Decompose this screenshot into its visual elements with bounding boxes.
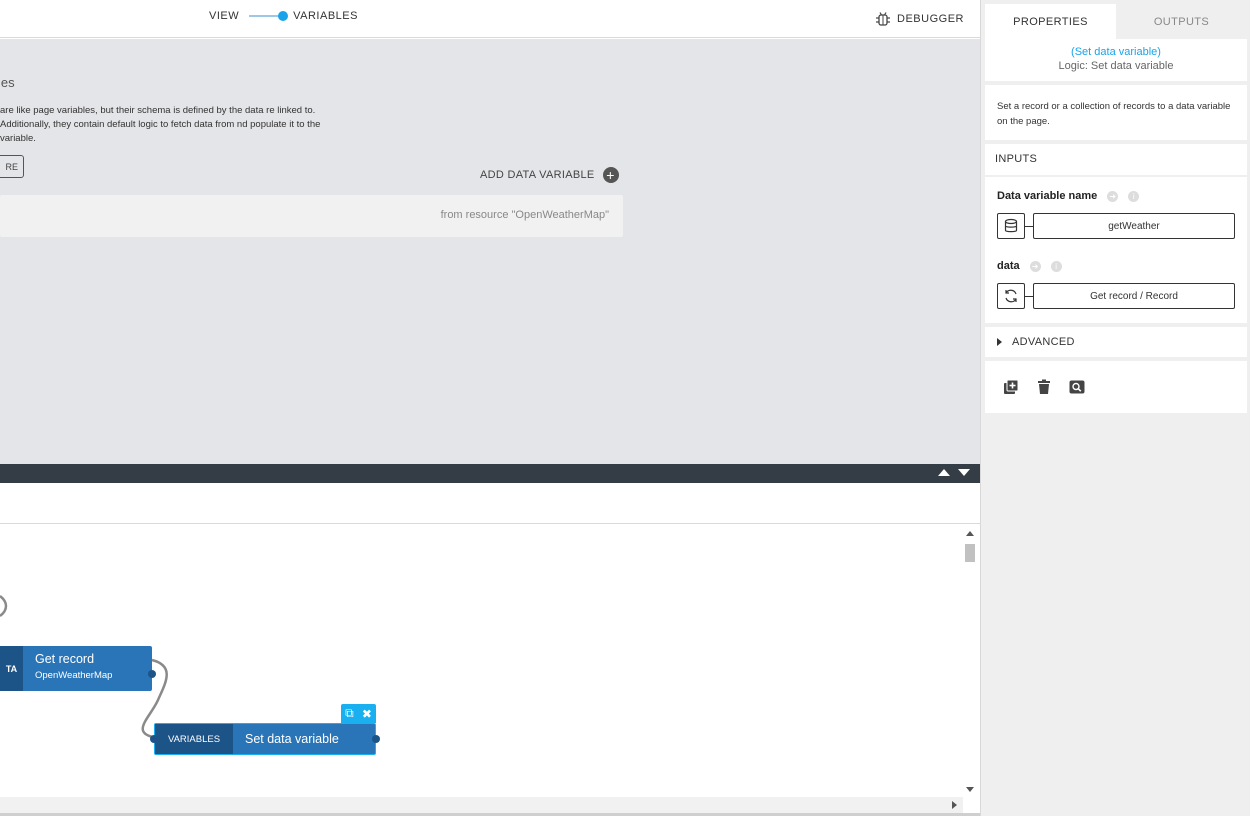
panel-divider-bar bbox=[0, 464, 980, 483]
debugger-button[interactable]: DEBUGGER bbox=[875, 12, 964, 26]
get-record-block[interactable]: TA Get record OpenWeatherMap bbox=[0, 646, 156, 691]
block-category-tag: TA bbox=[0, 646, 23, 691]
block-title: Set data variable bbox=[245, 732, 339, 746]
block-title: Get record bbox=[35, 652, 95, 666]
plus-circle-icon: + bbox=[602, 167, 619, 183]
horizontal-scrollbar[interactable] bbox=[0, 797, 963, 813]
field-label-text: Data variable name bbox=[997, 190, 1098, 202]
database-icon bbox=[1004, 218, 1018, 233]
duplicate-icon[interactable]: ⧉ bbox=[345, 706, 354, 721]
expand-up-icon[interactable] bbox=[938, 469, 950, 476]
logic-toolbar bbox=[0, 483, 980, 524]
variables-label[interactable]: VARIABLES bbox=[293, 10, 358, 22]
view-label[interactable]: VIEW bbox=[209, 10, 239, 22]
field-label-data: data ➜ i bbox=[997, 260, 1062, 272]
tab-properties[interactable]: PROPERTIES bbox=[985, 4, 1116, 39]
variable-source: from resource "OpenWeatherMap" bbox=[440, 209, 609, 221]
data-field[interactable]: Get record / Record bbox=[1033, 283, 1235, 309]
add-data-variable-button[interactable]: ADD DATA VARIABLE + bbox=[480, 167, 619, 183]
data-variable-row[interactable]: from resource "OpenWeatherMap" bbox=[0, 195, 623, 237]
properties-panel: PROPERTIES OUTPUTS (Set data variable) L… bbox=[980, 0, 1250, 816]
bug-icon bbox=[876, 12, 891, 26]
set-data-variable-block[interactable]: VARIABLES Set data variable bbox=[150, 723, 380, 755]
block-actions-bar bbox=[985, 361, 1247, 413]
collapse-down-icon[interactable] bbox=[958, 469, 970, 476]
toggle-knob[interactable] bbox=[278, 11, 289, 21]
info-icon[interactable]: i bbox=[1050, 260, 1062, 272]
trash-icon[interactable] bbox=[1037, 379, 1051, 395]
tab-outputs[interactable]: OUTPUTS bbox=[1116, 4, 1247, 39]
field-connector bbox=[1025, 226, 1033, 227]
scroll-right-icon[interactable] bbox=[952, 801, 957, 809]
output-port[interactable] bbox=[148, 670, 156, 678]
block-name-link[interactable]: (Set data variable) bbox=[985, 46, 1247, 58]
block-subtitle: OpenWeatherMap bbox=[35, 670, 113, 681]
add-data-variable-label: ADD DATA VARIABLE bbox=[480, 169, 595, 181]
block-type-label: Logic: Set data variable bbox=[1058, 60, 1174, 72]
close-icon[interactable]: ✖ bbox=[362, 707, 372, 721]
advanced-label: ADVANCED bbox=[1012, 336, 1075, 348]
block-actions: ⧉ ✖ bbox=[341, 704, 376, 723]
section-description: are like page variables, but their schem… bbox=[0, 105, 321, 144]
more-button[interactable]: RE bbox=[0, 155, 24, 178]
block-description: Set a record or a collection of records … bbox=[985, 85, 1247, 140]
inputs-heading: INPUTS bbox=[985, 144, 1247, 175]
data-variable-name-field[interactable]: getWeather bbox=[1033, 213, 1235, 239]
vertical-scrollbar[interactable] bbox=[963, 528, 977, 794]
scroll-thumb[interactable] bbox=[965, 544, 975, 562]
field-label-data-variable-name: Data variable name ➜ i bbox=[997, 190, 1140, 202]
arrow-right-icon[interactable]: ➜ bbox=[1029, 260, 1041, 272]
search-icon[interactable] bbox=[1069, 380, 1085, 394]
view-variables-toggle[interactable]: VIEW VARIABLES bbox=[209, 10, 358, 22]
scroll-up-icon[interactable] bbox=[966, 531, 974, 536]
field-label-text: data bbox=[997, 260, 1020, 272]
add-block-icon[interactable] bbox=[1003, 379, 1019, 395]
arrow-right-icon[interactable]: ➜ bbox=[1107, 190, 1119, 202]
output-port[interactable] bbox=[372, 735, 380, 743]
advanced-toggle[interactable]: ADVANCED bbox=[985, 327, 1247, 357]
toggle-track[interactable] bbox=[249, 11, 289, 21]
top-bar: VIEW VARIABLES DEBUGGER bbox=[0, 0, 980, 38]
variables-canvas: les are like page variables, but their s… bbox=[0, 39, 980, 464]
info-icon[interactable]: i bbox=[1128, 190, 1140, 202]
refresh-icon bbox=[1005, 289, 1017, 303]
selected-block-title: (Set data variable) Logic: Set data vari… bbox=[985, 39, 1247, 81]
block-category-tag: VARIABLES bbox=[155, 724, 233, 754]
database-icon-box[interactable] bbox=[997, 213, 1025, 239]
panel-tabs: PROPERTIES OUTPUTS bbox=[985, 4, 1247, 39]
refresh-icon-box[interactable] bbox=[997, 283, 1025, 309]
debugger-label: DEBUGGER bbox=[897, 13, 964, 25]
section-heading: les bbox=[0, 75, 15, 90]
caret-right-icon bbox=[997, 338, 1002, 346]
field-connector bbox=[1025, 296, 1033, 297]
scroll-down-icon[interactable] bbox=[966, 787, 974, 792]
inputs-section: Data variable name ➜ i getWeather data ➜… bbox=[985, 177, 1247, 323]
